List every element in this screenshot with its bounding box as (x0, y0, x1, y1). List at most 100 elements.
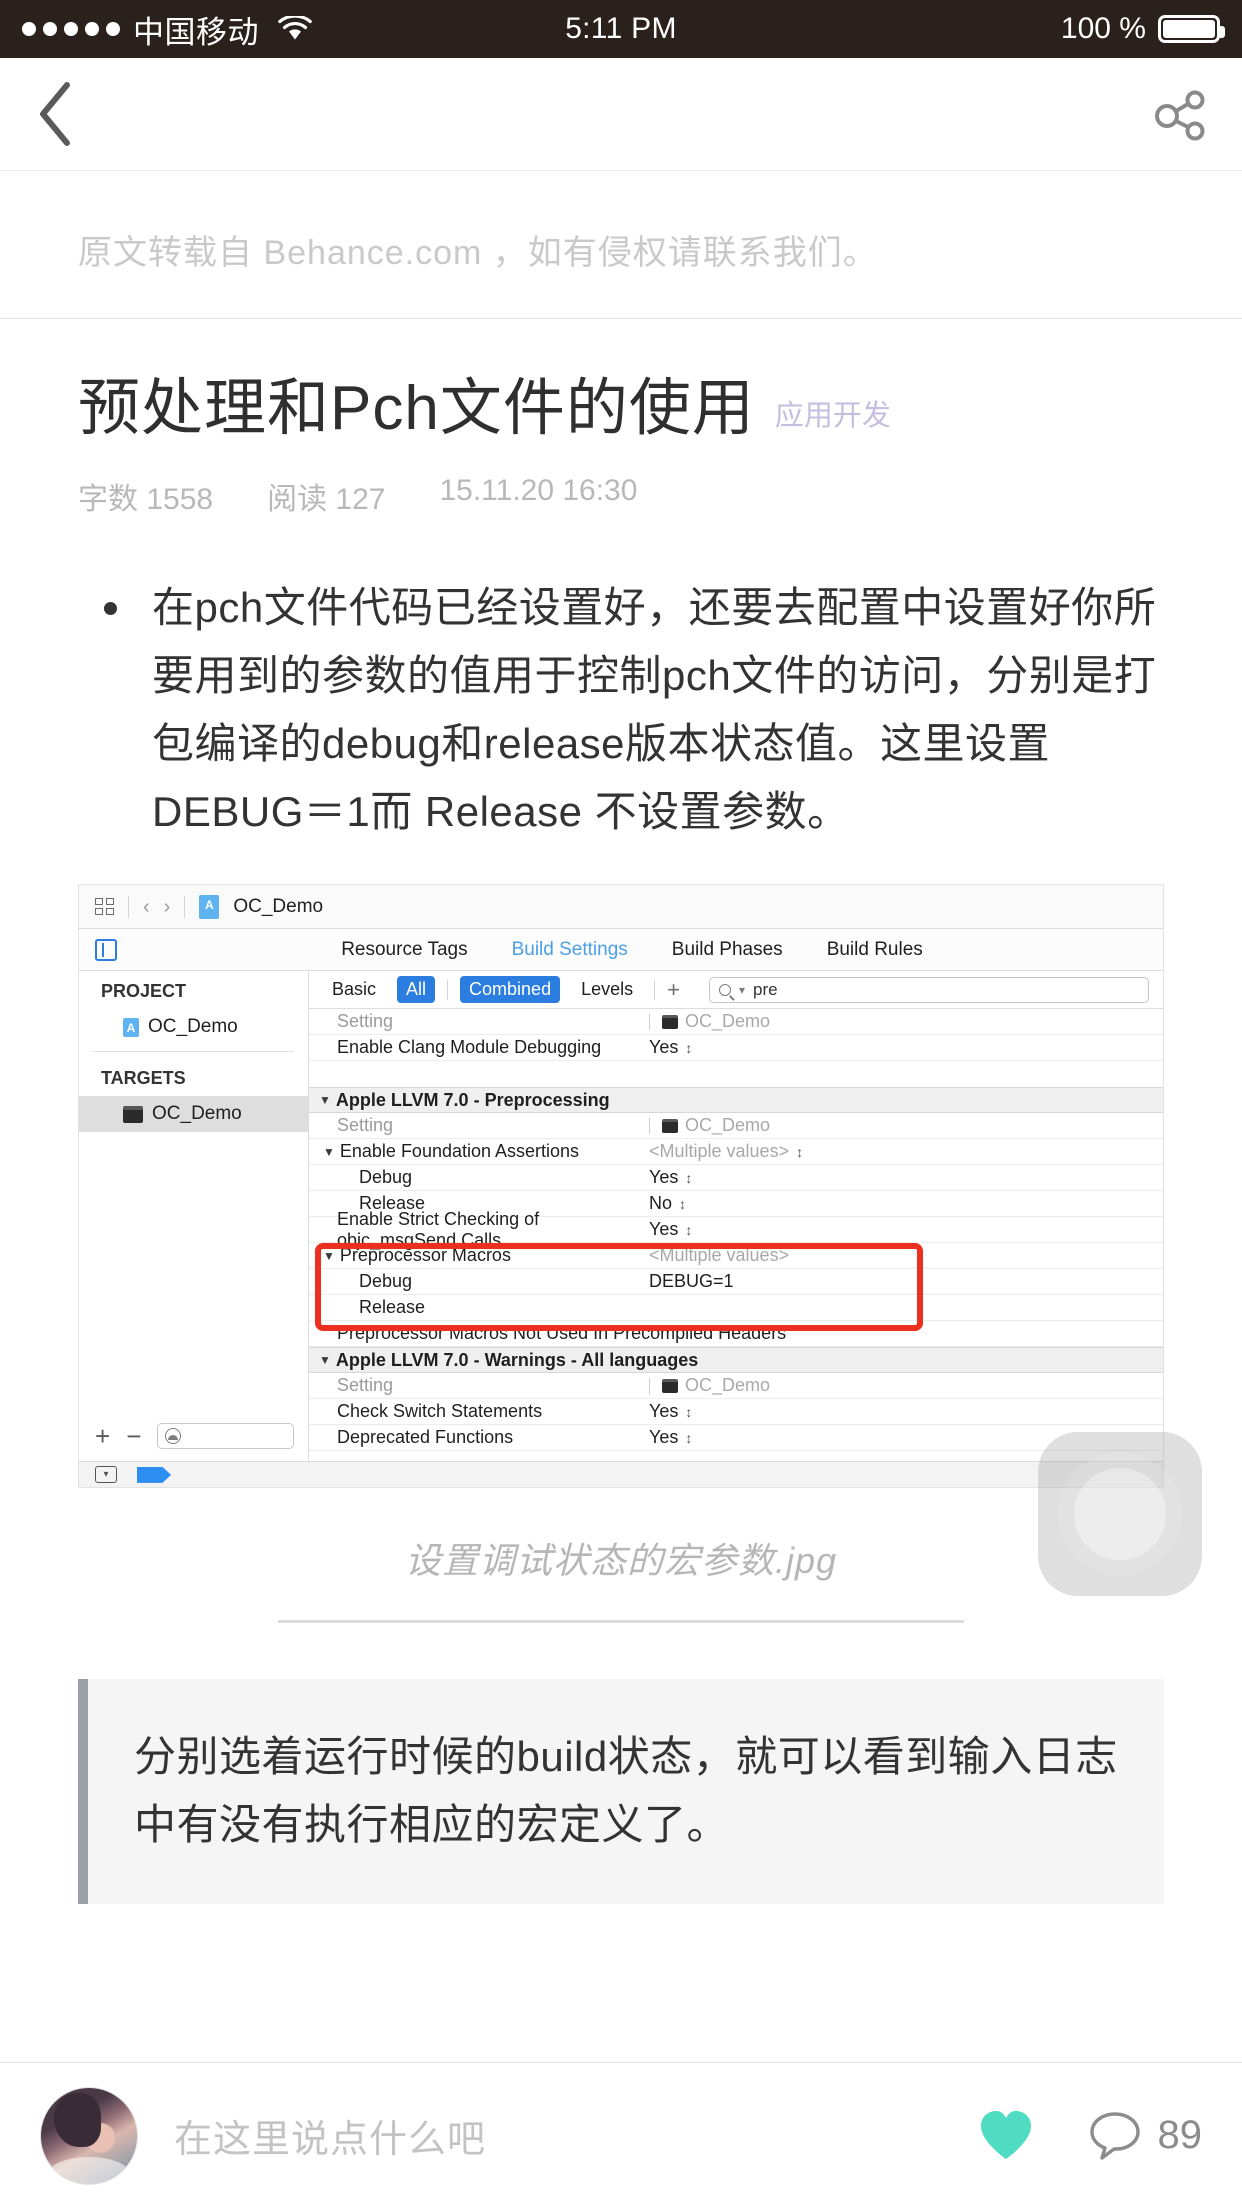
chevron-down-icon: ▾ (739, 982, 746, 997)
table-row[interactable]: Enable Strict Checking of objc_msgSend C… (309, 1209, 1163, 1250)
sidebar-targets-header: TARGETS (101, 1068, 186, 1089)
setting-name: Enable Foundation Assertions (339, 1141, 580, 1162)
xcode-tab-bar: Resource Tags Build Settings Build Phase… (79, 929, 1163, 972)
setting-value: No (649, 1193, 673, 1214)
comment-bar: 在这里说点什么吧 89 (0, 2062, 1242, 2208)
group-name: Apple LLVM 7.0 - Warnings - All language… (335, 1349, 699, 1370)
stepper-icon[interactable]: ↕ (685, 1430, 692, 1446)
add-setting-button[interactable]: + (667, 979, 680, 1001)
table-row[interactable]: Deprecated Functions Yes ↕ (309, 1425, 1163, 1452)
table-row[interactable]: Debug DEBUG=1 (309, 1269, 1163, 1296)
comment-button[interactable]: 89 (1088, 2110, 1202, 2162)
stepper-icon[interactable]: ↕ (685, 1222, 692, 1238)
setting-value: DEBUG=1 (649, 1271, 734, 1292)
setting-value: <Multiple values> (649, 1245, 790, 1266)
comment-input[interactable]: 在这里说点什么吧 (174, 2108, 486, 2163)
stepper-icon[interactable]: ↕ (685, 1170, 692, 1186)
chevron-down-icon[interactable]: ▼ (323, 1249, 335, 1263)
xcode-main-panel: Basic All Combined Levels + ▾ pre Settin… (309, 971, 1163, 1461)
table-row: Setting OC_Demo (309, 1009, 1163, 1036)
bullet-text: 在pch文件代码已经设置好，还要去配置中设置好你所要用到的参数的值用于控制pch… (152, 584, 1157, 836)
setting-name: Check Switch Statements (337, 1401, 543, 1422)
battery-full-icon (1158, 15, 1225, 43)
setting-value: OC_Demo (685, 1011, 771, 1032)
tab-resource-tags[interactable]: Resource Tags (341, 939, 467, 961)
target-icon (123, 1105, 143, 1123)
tab-build-phases[interactable]: Build Phases (672, 939, 783, 961)
image-caption: 设置调试状态的宏参数.jpg (404, 1540, 838, 1582)
setting-name: Setting (337, 1115, 394, 1136)
setting-name: Release (359, 1297, 426, 1318)
bullet-list: 在pch文件代码已经设置好，还要去配置中设置好你所要用到的参数的值用于控制pch… (78, 574, 1164, 846)
blue-tag-icon[interactable] (137, 1466, 171, 1483)
setting-name: Deprecated Functions (337, 1427, 514, 1448)
table-row[interactable]: Enable Clang Module Debugging Yes ↕ (309, 1035, 1163, 1062)
sidebar-filter-input[interactable] (157, 1423, 294, 1450)
breadcrumb[interactable]: OC_Demo (233, 896, 323, 918)
back-button[interactable] (34, 80, 76, 148)
table-group-header[interactable]: ▼ Apple LLVM 7.0 - Preprocessing (309, 1087, 1163, 1114)
comment-bar-actions: 89 (978, 2109, 1202, 2163)
sidebar-divider (93, 1051, 294, 1053)
setting-name: Setting (337, 1011, 394, 1032)
publish-date: 15.11.20 16:30 (439, 474, 638, 508)
avatar[interactable] (40, 2086, 138, 2185)
chevron-right-icon[interactable]: › (164, 897, 171, 917)
add-target-button[interactable]: + (95, 1423, 110, 1449)
filter-dropdown-icon[interactable]: ▾ (95, 1466, 117, 1484)
stepper-icon[interactable]: ↕ (796, 1144, 803, 1160)
table-row[interactable]: Release (309, 1295, 1163, 1322)
tab-build-settings[interactable]: Build Settings (512, 939, 628, 961)
tab-build-rules[interactable]: Build Rules (827, 939, 923, 961)
segment-combined[interactable]: Combined (460, 976, 561, 1004)
sidebar-project-header: PROJECT (101, 981, 187, 1002)
chevron-down-icon[interactable]: ▼ (319, 1093, 331, 1107)
table-row[interactable]: ▼ Enable Foundation Assertions <Multiple … (309, 1139, 1163, 1166)
caption-divider (278, 1620, 964, 1624)
page-title: 预处理和Pch文件的使用 (78, 374, 755, 443)
quote-text: 分别选着运行时候的build状态，就可以看到输入日志中有没有执行相应的宏定义了。 (134, 1733, 1118, 1848)
stepper-icon[interactable]: ↕ (685, 1404, 692, 1420)
status-bar-time: 5:11 PM (565, 12, 677, 45)
category-tag[interactable]: 应用开发 (775, 392, 891, 444)
remove-target-button[interactable]: − (126, 1423, 141, 1449)
grid-icon[interactable] (95, 898, 114, 916)
group-name: Apple LLVM 7.0 - Preprocessing (335, 1089, 610, 1110)
chevron-left-icon[interactable]: ‹ (143, 897, 150, 917)
stepper-icon[interactable]: ↕ (685, 1040, 692, 1056)
sidebar-item-project[interactable]: OC_Demo (79, 1009, 308, 1045)
table-group-header[interactable]: ▼ Apple LLVM 7.0 - Warnings - All languag… (309, 1347, 1163, 1374)
editor-layout-icon[interactable] (95, 938, 117, 961)
heart-icon[interactable] (978, 2109, 1034, 2163)
stepper-icon[interactable]: ↕ (679, 1196, 686, 1212)
xcode-bottom-bar: ▾ (79, 1461, 1163, 1488)
assistive-touch-button[interactable] (1038, 1432, 1202, 1596)
table-row[interactable]: Debug Yes ↕ (309, 1165, 1163, 1192)
search-value: pre (753, 979, 778, 999)
title-row: 预处理和Pch文件的使用 应用开发 (78, 373, 1164, 444)
table-row[interactable]: ▼ Preprocessor Macros <Multiple values> (309, 1243, 1163, 1270)
share-button[interactable] (1152, 86, 1208, 142)
setting-value: Yes (649, 1167, 679, 1188)
xcode-body: PROJECT OC_Demo TARGETS OC_Demo + − (79, 971, 1163, 1462)
setting-value: <Multiple values> (649, 1141, 790, 1162)
article-meta: 字数 1558 阅读 127 15.11.20 16:30 (78, 474, 1164, 518)
sidebar-project-label: OC_Demo (148, 1016, 238, 1038)
xcode-toolbar: ‹ › OC_Demo (79, 885, 1163, 930)
table-row[interactable]: Check Switch Statements Yes ↕ (309, 1399, 1163, 1426)
chevron-down-icon[interactable]: ▼ (323, 1145, 335, 1159)
segment-all[interactable]: All (397, 976, 436, 1004)
setting-name: Setting (337, 1375, 394, 1396)
segment-levels[interactable]: Levels (572, 976, 642, 1003)
table-row[interactable]: Preprocessor Macros Not Used In Precompi… (309, 1321, 1163, 1348)
target-icon (662, 1118, 678, 1133)
chevron-down-icon[interactable]: ▼ (319, 1353, 331, 1367)
comment-icon (1089, 2111, 1140, 2160)
article-content: 在pch文件代码已经设置好，还要去配置中设置好你所要用到的参数的值用于控制pch… (0, 574, 1242, 1904)
segment-basic[interactable]: Basic (323, 976, 385, 1003)
sidebar-target-label: OC_Demo (152, 1103, 242, 1125)
chevron-left-icon (40, 82, 70, 146)
sidebar-item-target[interactable]: OC_Demo (79, 1096, 308, 1133)
search-input[interactable]: ▾ pre (709, 976, 1149, 1003)
setting-name: Debug (359, 1167, 413, 1188)
